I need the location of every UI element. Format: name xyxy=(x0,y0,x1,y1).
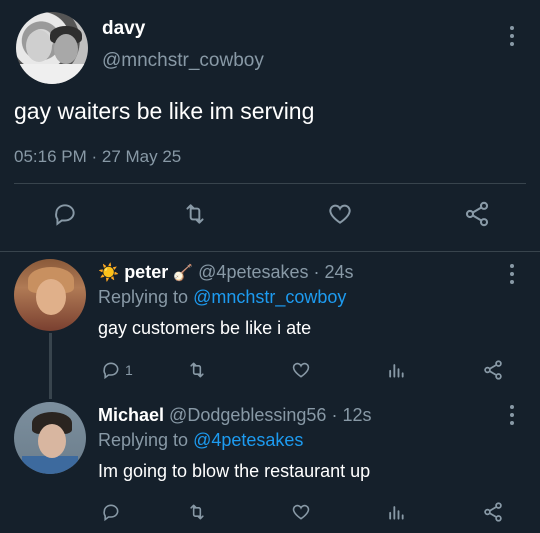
tweet-text: Im going to blow the restaurant up xyxy=(98,461,371,481)
tweet-text: gay waiters be like im serving xyxy=(14,98,315,124)
tweet-actions: 1 xyxy=(0,356,540,384)
avatar[interactable] xyxy=(14,402,86,474)
banjo-emoji-icon: 🪕 xyxy=(173,265,194,282)
heart-icon[interactable] xyxy=(290,498,312,526)
mention-link[interactable]: @4petesakes xyxy=(193,430,303,450)
tweet-age: · 24s xyxy=(313,262,354,282)
tweet-actions xyxy=(0,196,540,236)
more-icon[interactable] xyxy=(509,26,515,46)
reply-header: ☀️ peter 🪕 @4petesakes · 24s xyxy=(98,262,354,283)
replying-to: Replying to @4petesakes xyxy=(98,430,304,450)
tweet-actions xyxy=(0,498,540,526)
analytics-icon[interactable] xyxy=(386,356,406,384)
handle[interactable]: @4petesakes xyxy=(198,262,308,282)
heart-icon[interactable] xyxy=(322,196,358,232)
retweet-icon[interactable] xyxy=(186,356,208,384)
more-icon[interactable] xyxy=(509,264,515,284)
tweet-age: · 12s xyxy=(331,405,372,425)
display-name[interactable]: peter xyxy=(124,262,168,282)
retweet-icon[interactable] xyxy=(186,498,208,526)
more-icon[interactable] xyxy=(509,405,515,425)
divider xyxy=(0,251,540,252)
display-name[interactable]: Michael xyxy=(98,405,164,425)
avatar[interactable] xyxy=(14,259,86,331)
avatar[interactable] xyxy=(16,12,88,84)
analytics-icon[interactable] xyxy=(386,498,406,526)
share-icon[interactable] xyxy=(482,498,504,526)
timestamp: 05:16 PM · 27 May 25 xyxy=(14,147,182,166)
share-icon[interactable] xyxy=(482,356,504,384)
handle[interactable]: @mnchstr_cowboy xyxy=(102,50,264,72)
mention-link[interactable]: @mnchstr_cowboy xyxy=(193,287,346,307)
handle[interactable]: @Dodgeblessing56 xyxy=(169,405,326,425)
heart-icon[interactable] xyxy=(290,356,312,384)
share-icon[interactable] xyxy=(459,196,495,232)
reply-icon[interactable] xyxy=(47,196,83,232)
tweet-text: gay customers be like i ate xyxy=(98,318,312,338)
reply-button[interactable]: 1 xyxy=(101,356,133,384)
retweet-icon[interactable] xyxy=(177,196,213,232)
replying-to: Replying to @mnchstr_cowboy xyxy=(98,287,347,307)
sun-emoji-icon: ☀️ xyxy=(98,263,120,282)
reply-icon xyxy=(103,362,119,380)
display-name[interactable]: davy xyxy=(102,18,145,40)
reply-header: Michael @Dodgeblessing56 · 12s xyxy=(98,405,371,426)
divider xyxy=(14,183,526,184)
reply-icon[interactable] xyxy=(101,498,121,526)
reply-count: 1 xyxy=(125,362,133,378)
